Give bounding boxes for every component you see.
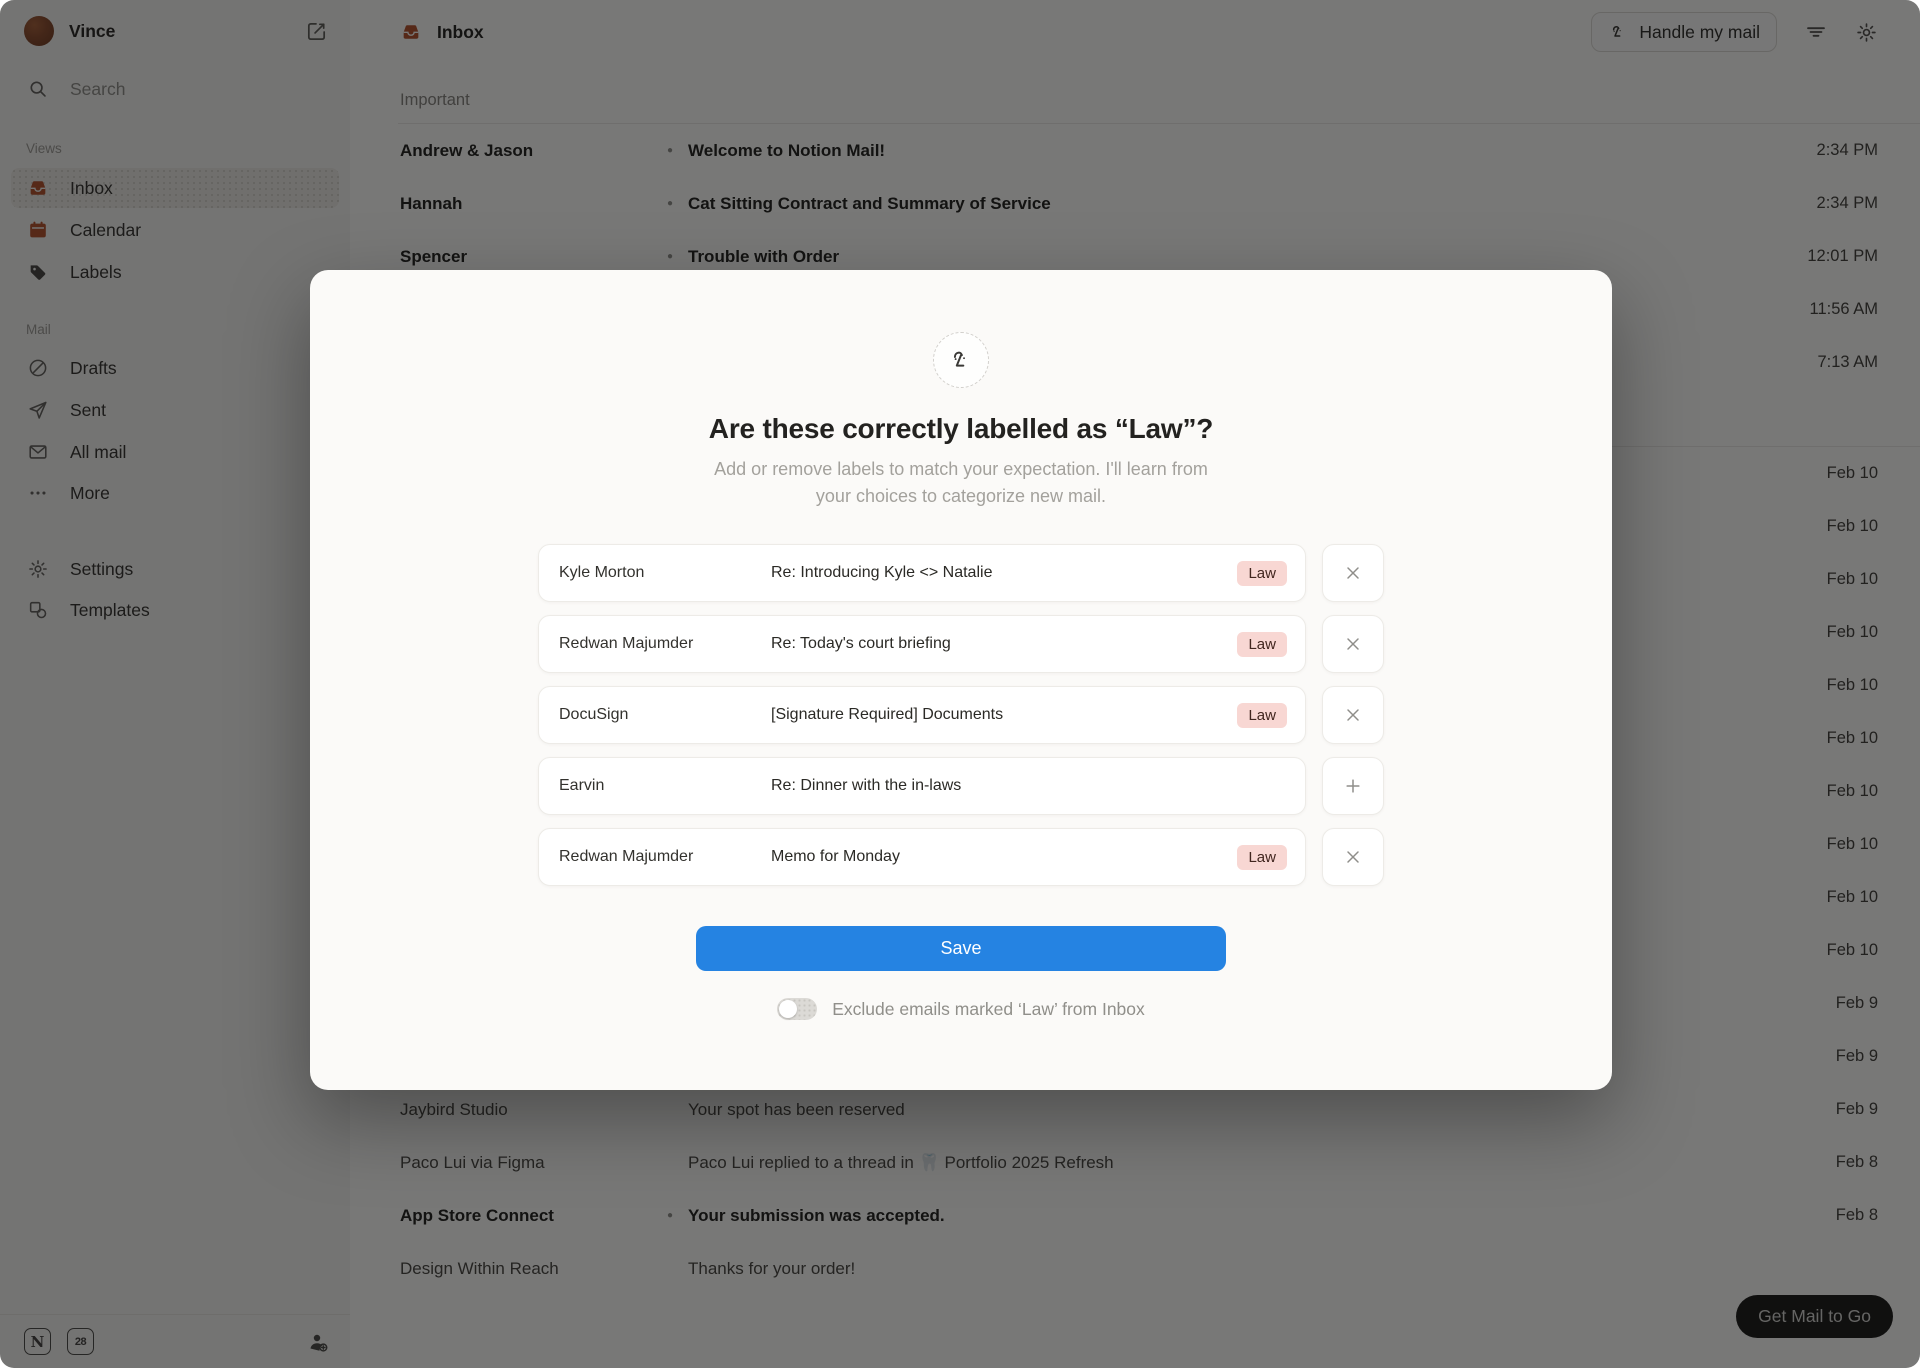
label-badge: Law: [1237, 561, 1287, 586]
remove-label-button[interactable]: [1322, 544, 1384, 602]
modal-email-row: Redwan MajumderRe: Today's court briefin…: [538, 615, 1384, 673]
modal-email-card: EarvinRe: Dinner with the in-laws: [538, 757, 1306, 815]
modal-email-sender: Redwan Majumder: [559, 848, 771, 866]
modal-email-subject: Memo for Monday: [771, 848, 1237, 866]
app-window: Vince Search Views Inbox Calendar: [0, 0, 1920, 1368]
label-confirmation-modal: Are these correctly labelled as “Law”? A…: [310, 270, 1612, 1090]
ai-squiggle-icon: [933, 332, 989, 388]
modal-email-card: Kyle MortonRe: Introducing Kyle <> Natal…: [538, 544, 1306, 602]
toggle-knob: [779, 1000, 797, 1018]
modal-email-row: DocuSign[Signature Required] DocumentsLa…: [538, 686, 1384, 744]
modal-email-card: Redwan MajumderMemo for MondayLaw: [538, 828, 1306, 886]
modal-email-subject: Re: Today's court briefing: [771, 635, 1237, 653]
modal-email-row: Redwan MajumderMemo for MondayLaw: [538, 828, 1384, 886]
modal-email-subject: Re: Dinner with the in-laws: [771, 777, 1287, 795]
exclude-toggle-label: Exclude emails marked ‘Law’ from Inbox: [832, 999, 1145, 1020]
modal-subtitle: Add or remove labels to match your expec…: [310, 456, 1612, 510]
modal-email-card: DocuSign[Signature Required] DocumentsLa…: [538, 686, 1306, 744]
label-badge: Law: [1237, 703, 1287, 728]
modal-email-sender: Redwan Majumder: [559, 635, 771, 653]
modal-email-subject: Re: Introducing Kyle <> Natalie: [771, 564, 1237, 582]
modal-email-sender: Earvin: [559, 777, 771, 795]
modal-email-row: Kyle MortonRe: Introducing Kyle <> Natal…: [538, 544, 1384, 602]
exclude-toggle[interactable]: [777, 998, 817, 1020]
modal-title: Are these correctly labelled as “Law”?: [310, 413, 1612, 445]
modal-email-subject: [Signature Required] Documents: [771, 706, 1237, 724]
remove-label-button[interactable]: [1322, 828, 1384, 886]
remove-label-button[interactable]: [1322, 686, 1384, 744]
label-badge: Law: [1237, 632, 1287, 657]
modal-email-card: Redwan MajumderRe: Today's court briefin…: [538, 615, 1306, 673]
save-button[interactable]: Save: [696, 926, 1226, 971]
modal-email-row: EarvinRe: Dinner with the in-laws: [538, 757, 1384, 815]
label-badge: Law: [1237, 845, 1287, 870]
modal-email-sender: DocuSign: [559, 706, 771, 724]
modal-email-sender: Kyle Morton: [559, 564, 771, 582]
add-label-button[interactable]: [1322, 757, 1384, 815]
remove-label-button[interactable]: [1322, 615, 1384, 673]
